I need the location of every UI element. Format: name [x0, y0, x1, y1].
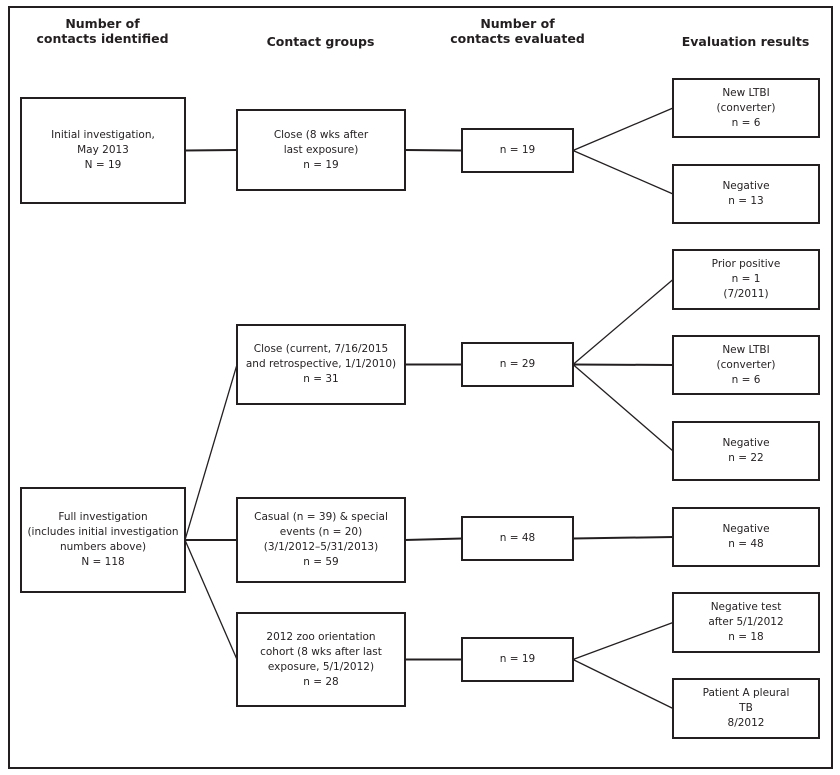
box-text: n = 48 — [499, 532, 536, 544]
box-text: Casual (n = 39) & special events (n = 20… — [254, 511, 388, 568]
box-evaluated-casual: n = 48 — [461, 516, 574, 561]
box-group-close-full: Close (current, 7/16/2015 and retrospect… — [236, 324, 406, 405]
box-text: Initial investigation, May 2013 N = 19 — [51, 129, 155, 171]
box-text: Negative n = 48 — [722, 523, 770, 550]
box-result-negative-test: Negative test after 5/1/2012 n = 18 — [672, 592, 820, 653]
connector-eval-close-initial-to-r2 — [572, 149, 674, 195]
connector-eval-close-full-to-r5 — [572, 364, 674, 452]
box-group-zoo-orientation-cohort: 2012 zoo orientation cohort (8 wks after… — [236, 612, 406, 707]
box-result-prior-positive: Prior positive n = 1 (7/2011) — [672, 249, 820, 310]
box-group-close-initial: Close (8 wks after last exposure) n = 19 — [236, 109, 406, 191]
box-evaluated-zoo: n = 19 — [461, 637, 574, 682]
connector-full-to-close-full — [184, 364, 238, 541]
box-evaluated-close-initial: n = 19 — [461, 128, 574, 173]
connector-eval-close-full-to-r3 — [572, 279, 674, 365]
box-result-negative: Negative n = 22 — [672, 421, 820, 481]
box-result-patient-a-pleural-tb: Patient A pleural TB 8/2012 — [672, 678, 820, 739]
box-text: New LTBI (converter) n = 6 — [716, 343, 776, 386]
box-group-casual-special-events: Casual (n = 39) & special events (n = 20… — [236, 497, 406, 583]
box-initial-investigation: Initial investigation, May 2013 N = 19 — [20, 97, 186, 204]
box-text: n = 29 — [499, 358, 536, 370]
box-text: New LTBI (converter) n = 6 — [716, 86, 776, 129]
box-text: Negative n = 13 — [722, 180, 770, 207]
box-result-new-ltbi: New LTBI (converter) n = 6 — [672, 335, 820, 395]
connector-eval-close-full-to-r4 — [572, 363, 674, 366]
box-evaluated-close-full: n = 29 — [461, 342, 574, 387]
header-contacts-evaluated: Number of contacts evaluated — [450, 16, 585, 46]
connector-eval-close-initial-to-r1 — [572, 107, 674, 152]
box-text: n = 19 — [499, 653, 536, 665]
box-text: Negative test after 5/1/2012 n = 18 — [708, 601, 784, 643]
box-text: Patient A pleural TB 8/2012 — [702, 687, 790, 729]
connector-eval-casual-to-r6 — [572, 536, 674, 540]
box-text: Full investigation (includes initial inv… — [27, 511, 179, 568]
box-text: n = 19 — [499, 144, 536, 156]
connector-casual-to-eval-casual — [404, 537, 463, 541]
connector-full-to-zoo-cohort — [184, 539, 238, 660]
box-result-new-ltbi: New LTBI (converter) n = 6 — [672, 78, 820, 138]
box-result-negative: Negative n = 13 — [672, 164, 820, 224]
box-full-investigation: Full investigation (includes initial inv… — [20, 487, 186, 593]
box-text: Close (current, 7/16/2015 and retrospect… — [245, 343, 397, 385]
connector-initial-to-close-initial — [184, 149, 238, 152]
box-text: 2012 zoo orientation cohort (8 wks after… — [260, 630, 382, 688]
header-contacts-identified: Number of contacts identified — [36, 16, 169, 46]
header-evaluation-results: Evaluation results — [681, 34, 810, 49]
connector-close-initial-to-eval-close-initial — [404, 149, 463, 152]
connector-eval-zoo-to-r7 — [572, 621, 674, 661]
box-text: Close (8 wks after last exposure) n = 19 — [273, 128, 369, 171]
box-text: Prior positive n = 1 (7/2011) — [711, 258, 781, 300]
header-contact-groups: Contact groups — [266, 34, 375, 49]
box-text: Negative n = 22 — [722, 437, 770, 464]
box-result-negative: Negative n = 48 — [672, 507, 820, 567]
connector-eval-zoo-to-r8 — [572, 658, 674, 710]
